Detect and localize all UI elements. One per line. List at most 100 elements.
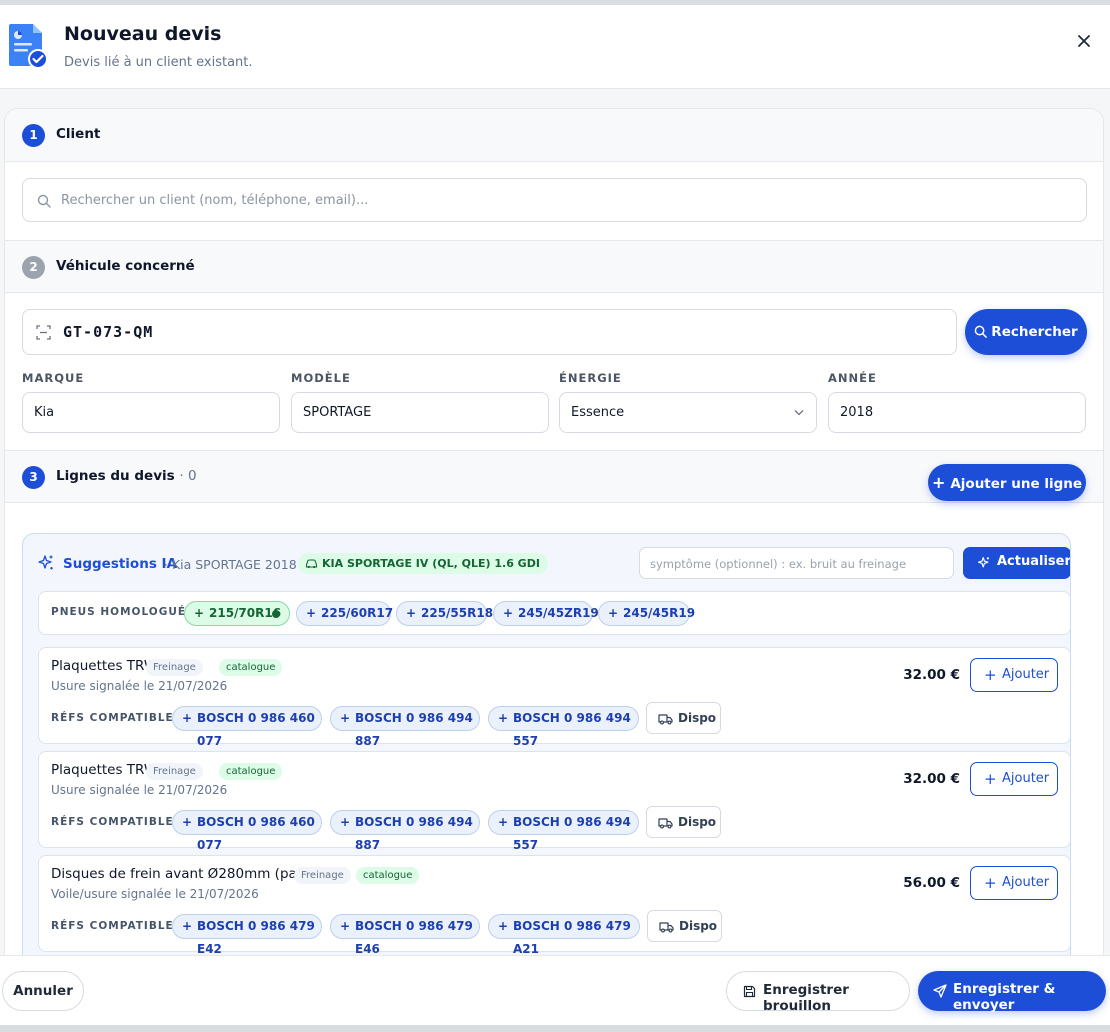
refs-label: RÉFS COMPATIBLES [51, 712, 183, 724]
ref-label: BOSCH 0 986 494 557 [513, 711, 631, 748]
truck-icon [659, 922, 674, 933]
plus-icon: + [498, 711, 509, 725]
availability-button[interactable]: Dispo [647, 910, 722, 942]
section-vehicle-header: 2 Véhicule concerné [5, 240, 1103, 293]
ref-chip[interactable]: + BOSCH 0 986 494 557 [488, 706, 639, 748]
modal-footer: Annuler Enregistrer brouillon Enregistre… [0, 955, 1110, 1025]
tyre-chip[interactable]: + 225/60R17 [296, 601, 393, 626]
ref-chip[interactable]: + BOSCH 0 986 460 077 [172, 706, 322, 748]
suggestion-card: Disques de frein avant Ø280mm (paire) Fr… [38, 855, 1070, 955]
ref-chip[interactable]: + BOSCH 0 986 479 E46 [330, 914, 480, 955]
ref-chip[interactable]: + BOSCH 0 986 479 A21 [488, 914, 640, 955]
year-label: ANNÉE [828, 371, 877, 385]
plate-value[interactable]: GT-073-QM [63, 323, 153, 341]
part-note: Voile/usure signalée le 21/07/2026 [51, 887, 259, 901]
add-part-button[interactable]: + Ajouter [970, 762, 1058, 796]
add-part-label: Ajouter [1002, 667, 1050, 682]
symptom-input[interactable] [650, 555, 945, 573]
plus-icon: + [608, 606, 619, 620]
tyre-chip[interactable]: + 245/45R19 [598, 601, 695, 626]
ref-chip[interactable]: + BOSCH 0 986 494 887 [330, 810, 480, 852]
ref-label: BOSCH 0 986 494 887 [355, 711, 473, 748]
add-part-button[interactable]: + Ajouter [970, 658, 1058, 692]
category-tag: Freinage [146, 763, 203, 780]
step-number: 1 [22, 124, 45, 147]
model-value: SPORTAGE [303, 405, 372, 420]
add-part-button[interactable]: + Ajouter [970, 866, 1058, 900]
tyres-row: PNEUS HOMOLOGUÉS + 215/70R16 + 225/60R17… [38, 591, 1070, 635]
symptom-field[interactable] [639, 547, 954, 579]
search-icon [974, 325, 988, 338]
save-draft-button[interactable]: Enregistrer brouillon [726, 971, 910, 1014]
ref-chip[interactable]: + BOSCH 0 986 494 887 [330, 706, 480, 748]
section-title: Véhicule concerné [56, 258, 195, 274]
section-client-header: 1 Client [5, 109, 1103, 162]
tyre-chip[interactable]: + 245/45ZR19 [493, 601, 599, 626]
refresh-button[interactable]: Actualiser [963, 547, 1071, 579]
refresh-label: Actualiser [997, 554, 1071, 569]
plate-search-label: Rechercher [991, 324, 1078, 340]
plus-icon: + [406, 606, 417, 620]
tyre-chip[interactable]: + 225/55R18 [396, 601, 493, 626]
part-price: 56.00 € [903, 875, 960, 891]
step-number: 2 [22, 256, 45, 279]
source-tag: catalogue [219, 763, 283, 780]
tyre-chip[interactable]: + 215/70R16 [184, 601, 290, 626]
lines-count: · 0 [179, 468, 197, 484]
chevron-down-icon [794, 410, 804, 416]
ai-vehicle: · Kia SPORTAGE 2018 [164, 557, 297, 572]
new-quote-modal: Nouveau devis Devis lié à un client exis… [0, 5, 1110, 1025]
year-field[interactable]: 2018 [828, 392, 1086, 433]
part-note: Usure signalée le 21/07/2026 [51, 783, 228, 797]
modal-body: 1 Client 2 Véhicule concerné [0, 89, 1110, 955]
search-icon [37, 194, 51, 208]
plate-search-button[interactable]: Rechercher [965, 309, 1087, 355]
refs-label: RÉFS COMPATIBLES [51, 920, 183, 932]
availability-button[interactable]: Dispo [646, 702, 721, 734]
ref-label: BOSCH 0 986 479 E46 [355, 919, 473, 955]
modal-subtitle: Devis lié à un client existant. [64, 55, 253, 70]
energy-value: Essence [571, 405, 625, 420]
brand-field[interactable]: Kia [22, 392, 280, 433]
add-line-label: Ajouter une ligne [950, 476, 1083, 492]
source-tag: catalogue [356, 867, 420, 884]
scan-icon [36, 325, 51, 340]
plus-icon: + [984, 874, 997, 892]
tyre-label: 225/55R18 [421, 606, 494, 620]
availability-label: Dispo [679, 919, 718, 933]
add-line-button[interactable]: + Ajouter une ligne [928, 464, 1086, 501]
save-draft-label: Enregistrer brouillon [763, 982, 849, 1014]
plus-icon: + [498, 815, 509, 829]
plate-field[interactable]: GT-073-QM [22, 309, 957, 355]
part-name: Disques de frein avant Ø280mm (paire) [51, 866, 320, 882]
client-search-input[interactable] [61, 190, 961, 210]
suggestion-card: Plaquettes TRW Freinage catalogue Usure … [38, 751, 1070, 852]
plus-icon: + [984, 770, 997, 788]
ref-chip[interactable]: + BOSCH 0 986 494 557 [488, 810, 639, 852]
ai-suggestions-panel: Suggestions IA · Kia SPORTAGE 2018 KIA S… [22, 533, 1071, 955]
ref-chip[interactable]: + BOSCH 0 986 479 E42 [172, 914, 322, 955]
add-part-label: Ajouter [1002, 875, 1050, 890]
ref-chip[interactable]: + BOSCH 0 986 460 077 [172, 810, 322, 852]
modal-title: Nouveau devis [64, 23, 222, 45]
close-icon[interactable] [1074, 31, 1094, 51]
availability-label: Dispo [678, 815, 717, 829]
model-field[interactable]: SPORTAGE [291, 392, 549, 433]
brand-value: Kia [34, 405, 55, 420]
plus-icon: + [503, 606, 514, 620]
client-search-field[interactable] [22, 178, 1087, 222]
availability-button[interactable]: Dispo [646, 806, 721, 838]
energy-label: ÉNERGIE [559, 371, 622, 385]
cancel-button[interactable]: Annuler [2, 971, 84, 1011]
section-title: Lignes du devis · 0 [56, 468, 197, 484]
model-label: MODÈLE [291, 371, 351, 385]
plus-icon: + [931, 473, 946, 492]
plus-icon: + [182, 919, 193, 933]
energy-select[interactable]: Essence [559, 392, 817, 433]
ref-label: BOSCH 0 986 479 E42 [197, 919, 315, 955]
save-and-send-label: Enregistrer & envoyer [953, 981, 1056, 1013]
modal-header: Nouveau devis Devis lié à un client exis… [0, 5, 1110, 89]
tyre-label: 245/45ZR19 [518, 606, 599, 620]
save-and-send-button[interactable]: Enregistrer & envoyer [918, 971, 1106, 1013]
part-name: Plaquettes TRW [51, 762, 158, 778]
